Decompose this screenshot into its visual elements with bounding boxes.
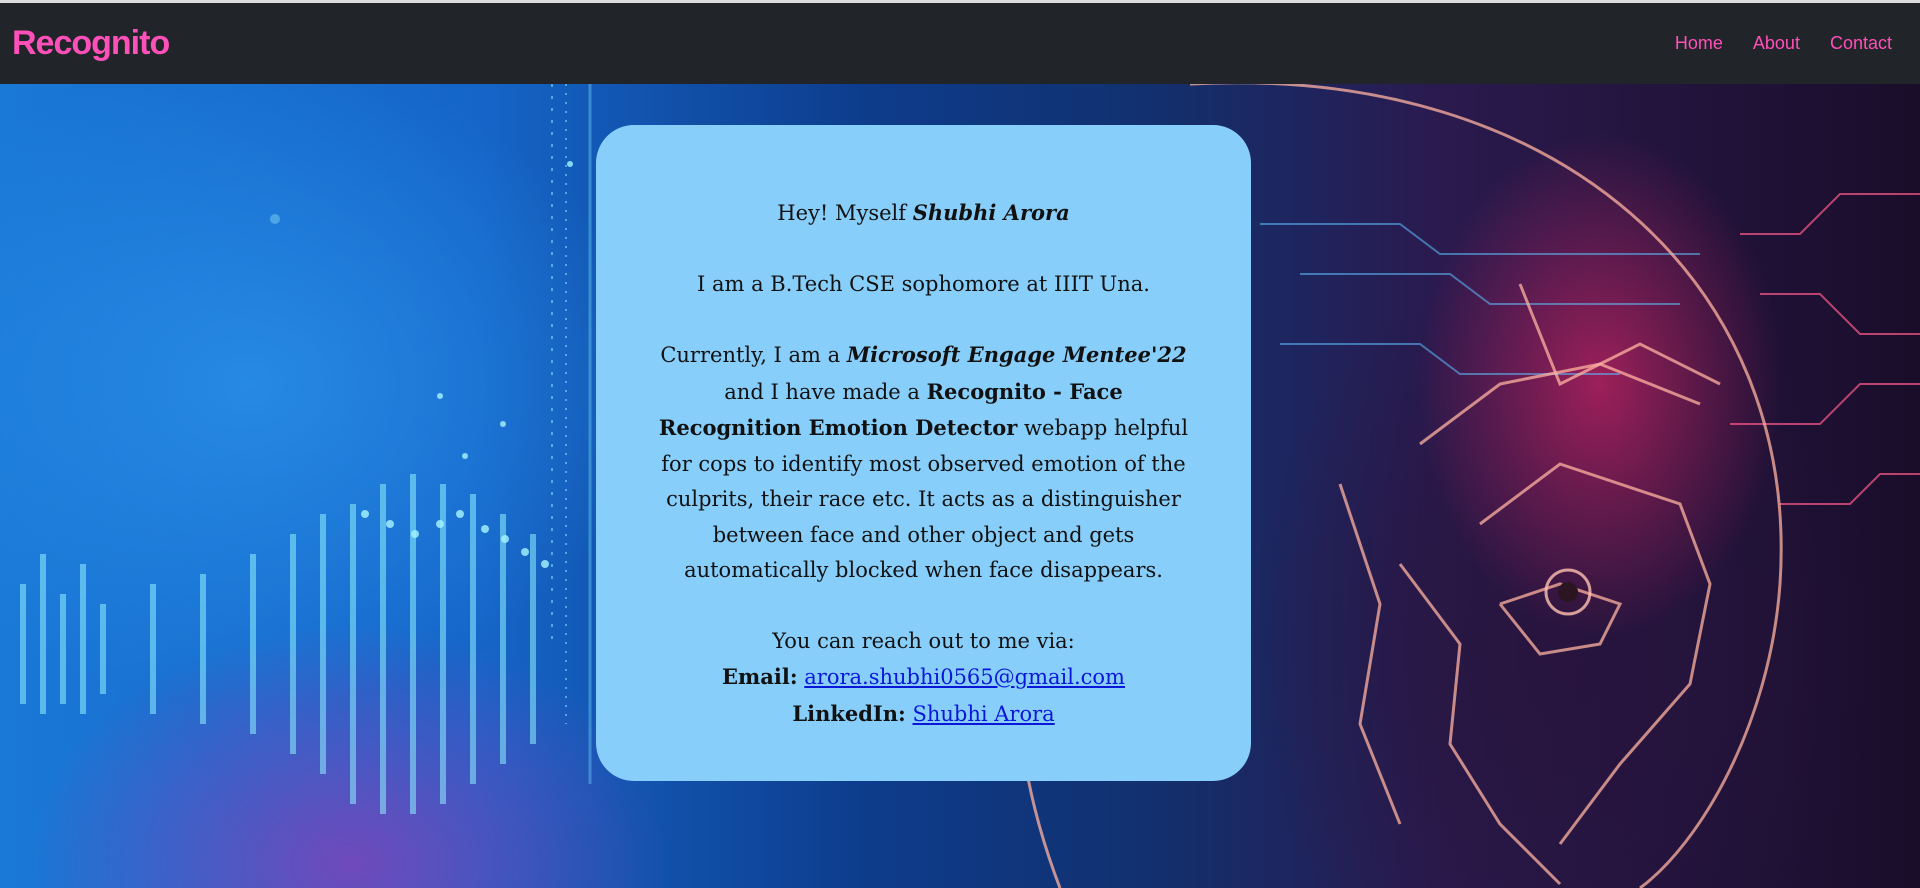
intro-prefix: Hey! Myself [777,201,913,225]
about-card: Hey! Myself Shubhi Arora I am a B.Tech C… [596,125,1251,781]
nav-link-contact[interactable]: Contact [1830,33,1892,54]
navbar: Recognito Home About Contact [0,3,1920,84]
nav-link-home[interactable]: Home [1675,33,1723,54]
contact-paragraph: You can reach out to me via: Email: aror… [656,624,1191,733]
hero-background: Hey! Myself Shubhi Arora I am a B.Tech C… [0,84,1920,888]
program-name: Microsoft Engage Mentee'22 [846,342,1187,367]
description-paragraph: Currently, I am a Microsoft Engage Mente… [656,337,1191,589]
email-link[interactable]: arora.shubhi0565@gmail.com [804,665,1125,689]
desc-prefix: Currently, I am a [660,343,847,367]
education-paragraph: I am a B.Tech CSE sophomore at IIIT Una. [697,271,1150,296]
email-label: Email: [722,664,798,689]
nav-links: Home About Contact [1645,33,1892,54]
author-name: Shubhi Arora [912,200,1070,225]
nav-link-about[interactable]: About [1753,33,1800,54]
linkedin-link[interactable]: Shubhi Arora [912,702,1054,726]
reach-out-text: You can reach out to me via: [772,628,1075,653]
brand-logo[interactable]: Recognito [12,24,170,63]
intro-paragraph: Hey! Myself Shubhi Arora [656,195,1191,232]
desc-rest: webapp helpful for cops to identify most… [661,416,1189,582]
linkedin-label: LinkedIn: [792,700,906,726]
desc-middle: and I have made a [724,379,927,404]
